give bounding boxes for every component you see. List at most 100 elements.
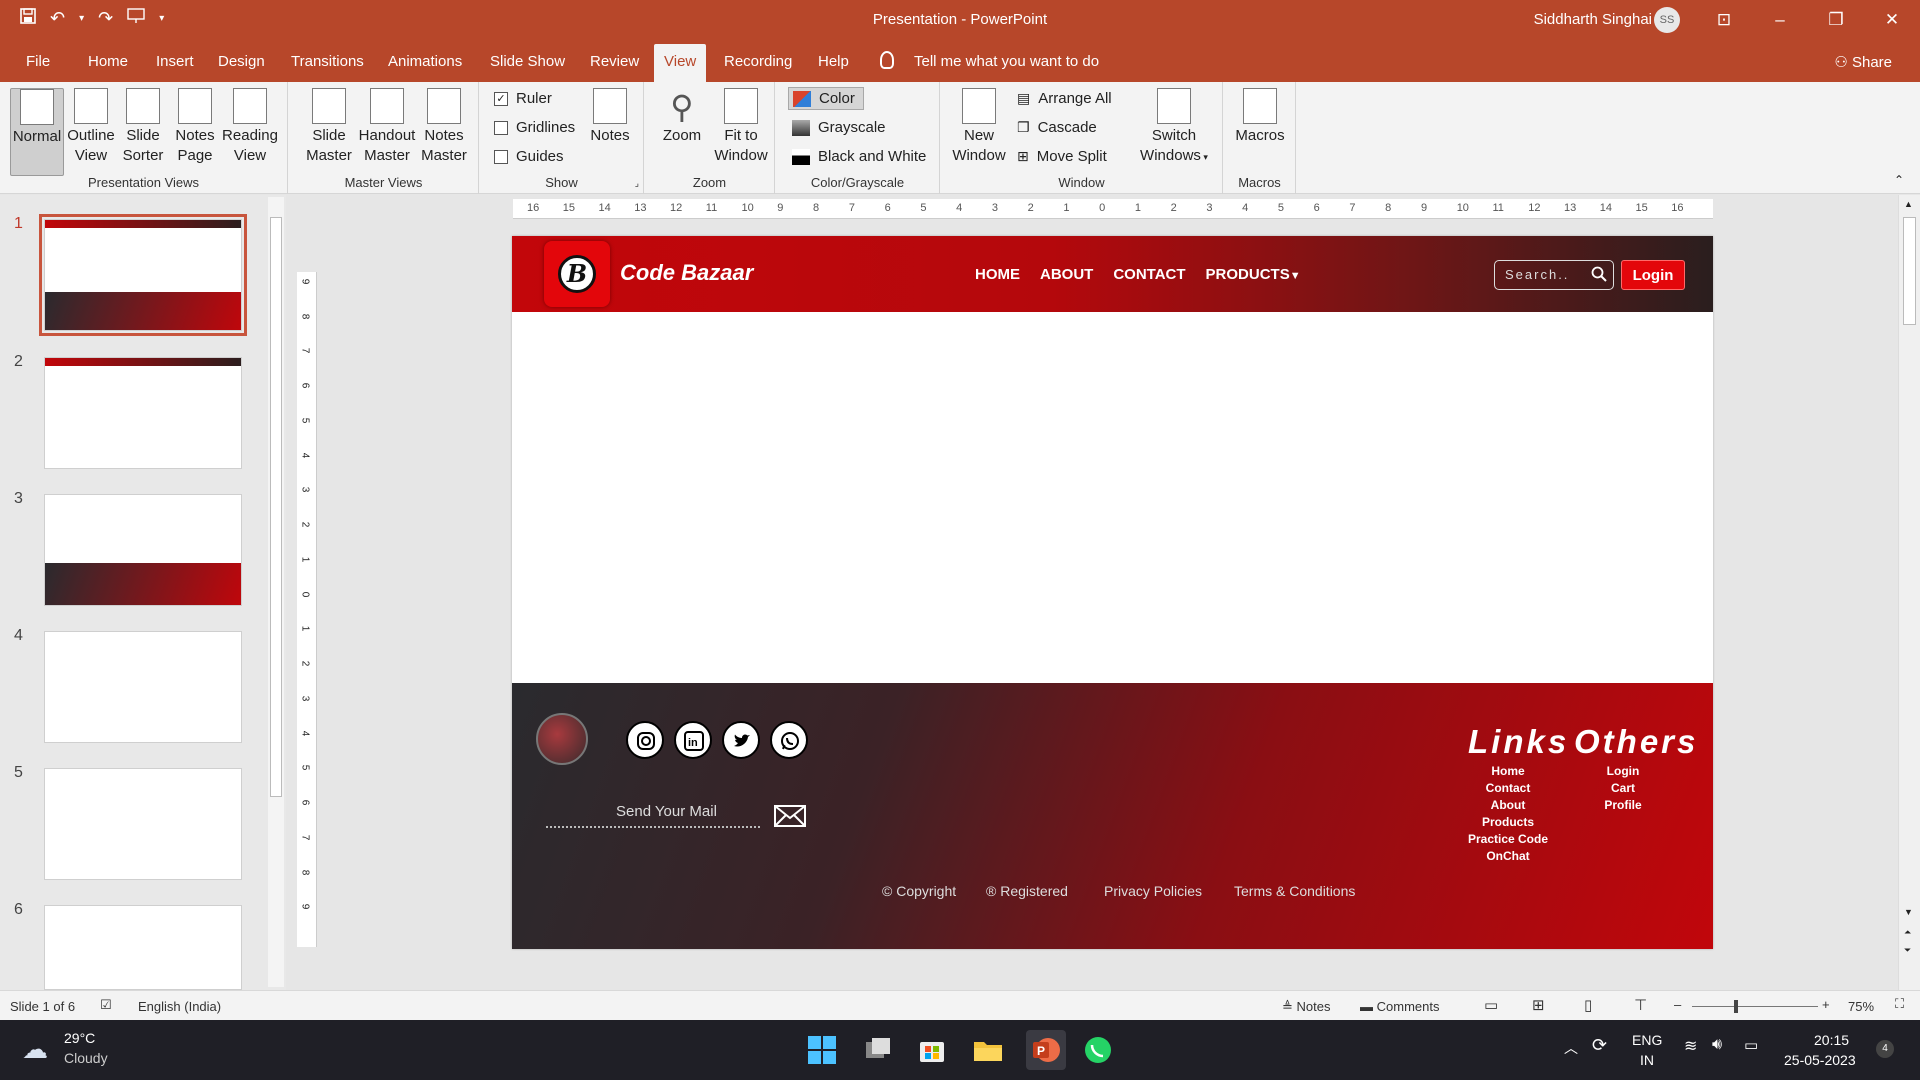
notes-button[interactable]: Notes xyxy=(586,88,634,146)
tab-review[interactable]: Review xyxy=(590,53,639,70)
slideshow-icon[interactable]: ⊤ xyxy=(1634,996,1647,1014)
send-mail-input[interactable]: Send Your Mail xyxy=(616,803,717,820)
instagram-icon[interactable] xyxy=(626,721,664,759)
macros-button[interactable]: Macros xyxy=(1232,88,1288,146)
scrollbar-thumb[interactable] xyxy=(1903,217,1916,325)
zoom-level[interactable]: 75% xyxy=(1848,999,1874,1014)
switch-windows-button[interactable]: Switch Windows ▾ xyxy=(1137,88,1211,167)
notification-badge[interactable]: 4 xyxy=(1876,1040,1894,1058)
nav-about[interactable]: ABOUT xyxy=(1040,266,1093,283)
slide-thumbnail-5[interactable] xyxy=(44,768,242,880)
footer-link-about[interactable]: About xyxy=(1458,797,1558,814)
notes-toggle[interactable]: ≜ Notes xyxy=(1282,999,1330,1015)
arrange-all-button[interactable]: ▤ Arrange All xyxy=(1017,90,1112,107)
zoom-slider[interactable] xyxy=(1692,1006,1818,1007)
file-explorer-icon[interactable] xyxy=(972,1034,1004,1066)
tab-transitions[interactable]: Transitions xyxy=(291,53,364,70)
dialog-launcher-icon[interactable]: ⌟ xyxy=(635,178,639,189)
user-name[interactable]: Siddharth Singhai xyxy=(1534,11,1652,28)
zoom-out-icon[interactable]: – xyxy=(1674,997,1681,1012)
tab-slide-show[interactable]: Slide Show xyxy=(490,53,565,70)
tab-help[interactable]: Help xyxy=(818,53,849,70)
input-lang-1[interactable]: ENG xyxy=(1632,1032,1662,1048)
notes-master-button[interactable]: Notes Master xyxy=(417,88,471,166)
restore-icon[interactable]: ❐ xyxy=(1808,0,1864,40)
normal-view-button[interactable]: Normal xyxy=(10,88,64,176)
gridlines-checkbox[interactable]: Gridlines xyxy=(494,119,575,136)
slide-sorter-button[interactable]: Slide Sorter xyxy=(118,88,168,166)
battery-icon[interactable]: ▭ xyxy=(1744,1036,1758,1054)
guides-checkbox[interactable]: Guides xyxy=(494,148,564,165)
show-hidden-icons[interactable]: ︿ xyxy=(1564,1038,1578,1058)
footer-link-login[interactable]: Login xyxy=(1588,763,1658,780)
zoom-button[interactable]: ⚲ Zoom xyxy=(657,88,707,146)
slide-master-button[interactable]: Slide Master xyxy=(303,88,355,166)
tab-file[interactable]: File xyxy=(26,53,50,70)
ruler-checkbox[interactable]: ✓ Ruler xyxy=(494,90,552,107)
scrollbar-thumb[interactable] xyxy=(270,217,282,797)
tab-animations[interactable]: Animations xyxy=(388,53,462,70)
slide-thumbnail-3[interactable] xyxy=(44,494,242,606)
tab-home[interactable]: Home xyxy=(88,53,128,70)
twitter-icon[interactable] xyxy=(722,721,760,759)
footer-link-products[interactable]: Products xyxy=(1458,814,1558,831)
new-window-button[interactable]: New Window xyxy=(949,88,1009,166)
fit-slide-icon[interactable]: ⛶ xyxy=(1895,996,1904,1012)
cascade-button[interactable]: ❐ Cascade xyxy=(1017,119,1097,136)
microsoft-store-icon[interactable] xyxy=(916,1034,948,1066)
footer-link-practice-code[interactable]: Practice Code xyxy=(1458,831,1558,848)
tab-view[interactable]: View xyxy=(654,44,707,82)
collapse-ribbon-icon[interactable]: ⌃ xyxy=(1894,173,1904,187)
share-button[interactable]: ⚇ Share xyxy=(1834,53,1892,71)
close-icon[interactable]: ✕ xyxy=(1864,0,1920,40)
terms-link[interactable]: Terms & Conditions xyxy=(1234,883,1355,899)
reading-view-button[interactable]: Reading View xyxy=(222,88,278,166)
input-lang-2[interactable]: IN xyxy=(1640,1052,1654,1068)
accessibility-icon[interactable]: ☑ xyxy=(100,997,112,1013)
clock-time[interactable]: 20:15 xyxy=(1814,1032,1849,1048)
move-split-button[interactable]: ⊞ Move Split xyxy=(1017,148,1107,165)
wifi-icon[interactable]: ≋ xyxy=(1684,1036,1697,1056)
weather-desc[interactable]: Cloudy xyxy=(64,1050,108,1066)
slide-canvas[interactable]: B Code Bazaar HOME ABOUT CONTACT PRODUCT… xyxy=(512,236,1713,949)
slide-sorter-icon[interactable]: ⊞ xyxy=(1532,996,1545,1014)
previous-slide-icon[interactable]: ⏶ xyxy=(1904,927,1911,938)
next-slide-icon[interactable]: ⏷ xyxy=(1904,945,1911,956)
color-button[interactable]: Color xyxy=(788,87,864,110)
black-and-white-button[interactable]: Black and White xyxy=(792,148,926,165)
login-button[interactable]: Login xyxy=(1621,260,1685,290)
footer-link-cart[interactable]: Cart xyxy=(1588,780,1658,797)
linkedin-icon[interactable]: in xyxy=(674,721,712,759)
tab-insert[interactable]: Insert xyxy=(156,53,194,70)
comments-toggle[interactable]: ▬ Comments xyxy=(1360,999,1439,1014)
slide-thumbnail-6[interactable] xyxy=(44,905,242,990)
site-search-box[interactable]: Search.. xyxy=(1494,260,1614,290)
slide-thumbnail-4[interactable] xyxy=(44,631,242,743)
privacy-link[interactable]: Privacy Policies xyxy=(1104,883,1202,899)
reading-view-icon[interactable]: ▯ xyxy=(1584,996,1592,1014)
nav-home[interactable]: HOME xyxy=(975,266,1020,283)
normal-view-icon[interactable]: ▭ xyxy=(1484,996,1498,1014)
slide-thumbnail-2[interactable] xyxy=(44,357,242,469)
volume-icon[interactable]: 🔊︎ xyxy=(1712,1036,1722,1054)
tell-me-search[interactable]: Tell me what you want to do xyxy=(914,53,1099,70)
outline-view-button[interactable]: Outline View xyxy=(66,88,116,166)
tab-design[interactable]: Design xyxy=(218,53,265,70)
handout-master-button[interactable]: Handout Master xyxy=(357,88,417,166)
footer-link-profile[interactable]: Profile xyxy=(1588,797,1658,814)
task-view-icon[interactable] xyxy=(862,1034,894,1066)
editor-scrollbar[interactable]: ▲ ▼ ⏶ ⏷ xyxy=(1898,195,1920,990)
scroll-up-icon[interactable]: ▲ xyxy=(1904,199,1913,209)
ribbon-display-options-icon[interactable]: ⊡ xyxy=(1696,0,1752,40)
start-icon[interactable] xyxy=(806,1034,838,1066)
nav-contact[interactable]: CONTACT xyxy=(1113,266,1185,283)
scroll-down-icon[interactable]: ▼ xyxy=(1904,907,1913,917)
whatsapp-taskbar-icon[interactable] xyxy=(1082,1034,1114,1066)
nav-products[interactable]: PRODUCTS▼ xyxy=(1206,266,1301,283)
tab-recording[interactable]: Recording xyxy=(724,53,792,70)
grayscale-button[interactable]: Grayscale xyxy=(792,119,886,136)
minimize-icon[interactable]: – xyxy=(1752,0,1808,40)
weather-temp[interactable]: 29°C xyxy=(64,1030,95,1046)
notes-page-button[interactable]: Notes Page xyxy=(170,88,220,166)
zoom-slider-thumb[interactable] xyxy=(1734,1000,1738,1013)
